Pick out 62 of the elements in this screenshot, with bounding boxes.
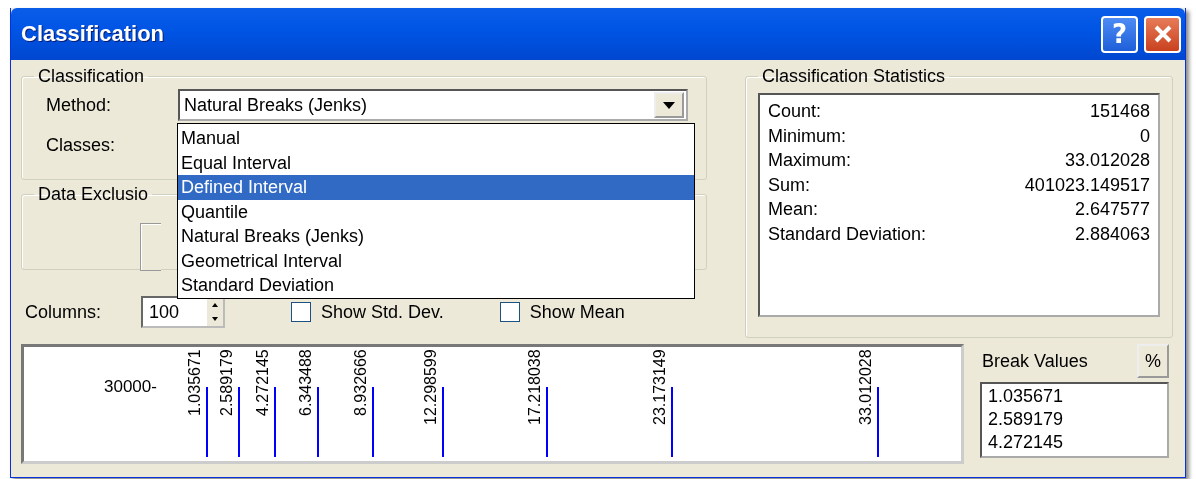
group-title: Classification Statistics (761, 66, 947, 87)
checkbox[interactable] (291, 302, 311, 322)
axis-label: 30000- (104, 377, 157, 397)
break-line[interactable] (273, 387, 276, 457)
break-value[interactable]: 2.589179 (988, 408, 1161, 431)
break-line[interactable] (317, 387, 320, 457)
break-label: 1.035671 (184, 349, 204, 418)
statistic-value: 151468 (1089, 100, 1150, 123)
break-label: 8.932666 (350, 349, 370, 418)
dropdown-option[interactable]: Standard Deviation (178, 273, 694, 298)
break-label: 2.589179 (217, 349, 237, 418)
columns-label: Columns: (24, 301, 103, 323)
columns-spinner[interactable]: 100 (141, 296, 225, 328)
percent-button[interactable]: % (1137, 344, 1169, 378)
statistic-label: Mean: (768, 198, 819, 221)
break-label: 33.012028 (856, 349, 876, 427)
statistic-value: 33.012028 (1064, 149, 1150, 172)
statistic-value: 2.884063 (1074, 222, 1150, 246)
dropdown-option[interactable]: Manual (178, 126, 694, 151)
dropdown-option[interactable]: Quantile (178, 199, 694, 224)
help-button[interactable]: ? (1101, 15, 1138, 53)
break-label: 23.173149 (649, 349, 669, 427)
break-values-label: Break Values (982, 350, 1088, 372)
checkbox[interactable] (499, 302, 520, 322)
statistic-value: 2.647577 (1074, 198, 1150, 221)
statistic-label: Minimum: (768, 124, 846, 148)
group-title: Classification (37, 66, 146, 87)
break-label: 17.218038 (524, 349, 544, 427)
group-title: Data Exclusio (37, 184, 150, 205)
method-dropdown[interactable]: Natural Breaks (Jenks) (178, 89, 688, 121)
checkbox-label: Show Std. Dev. (321, 301, 444, 323)
caret-icon (663, 101, 675, 109)
dropdown-option[interactable]: Defined Interval (178, 175, 694, 200)
statistic-label: Standard Deviation: (768, 222, 927, 246)
exclusion-button[interactable] (140, 223, 161, 271)
window-title: Classification (21, 21, 165, 47)
dropdown-option[interactable]: Equal Interval (178, 150, 694, 175)
break-line[interactable] (371, 387, 374, 457)
break-values-list[interactable]: 1.035671 2.589179 4.272145 (980, 382, 1169, 458)
break-value[interactable]: 1.035671 (988, 385, 1161, 408)
break-line[interactable] (442, 387, 445, 457)
statistic-label: Maximum: (768, 149, 851, 172)
break-line[interactable] (877, 387, 880, 457)
dropdown-option[interactable]: Geometrical Interval (178, 248, 694, 273)
statistic-label: Count: (768, 100, 822, 123)
break-line[interactable] (670, 387, 673, 457)
statistic-value: 0 (1140, 124, 1150, 148)
close-button[interactable] (1144, 15, 1181, 53)
break-label: 4.272145 (252, 349, 272, 418)
statistic-label: Sum: (768, 173, 810, 197)
break-line[interactable] (545, 387, 548, 457)
break-label: 12.298599 (421, 349, 441, 427)
dropdown-button[interactable] (654, 92, 684, 118)
break-value[interactable]: 4.272145 (988, 431, 1161, 454)
statistic-value: 401023.149517 (1024, 173, 1150, 197)
break-label: 6.343488 (296, 349, 316, 418)
break-line[interactable] (238, 387, 241, 457)
break-line[interactable] (205, 387, 208, 457)
checkbox-label: Show Mean (529, 301, 625, 323)
dropdown-option[interactable]: Natural Breaks (Jenks) (178, 224, 694, 249)
method-label: Method: (45, 94, 113, 116)
classes-label: Classes: (45, 135, 117, 156)
